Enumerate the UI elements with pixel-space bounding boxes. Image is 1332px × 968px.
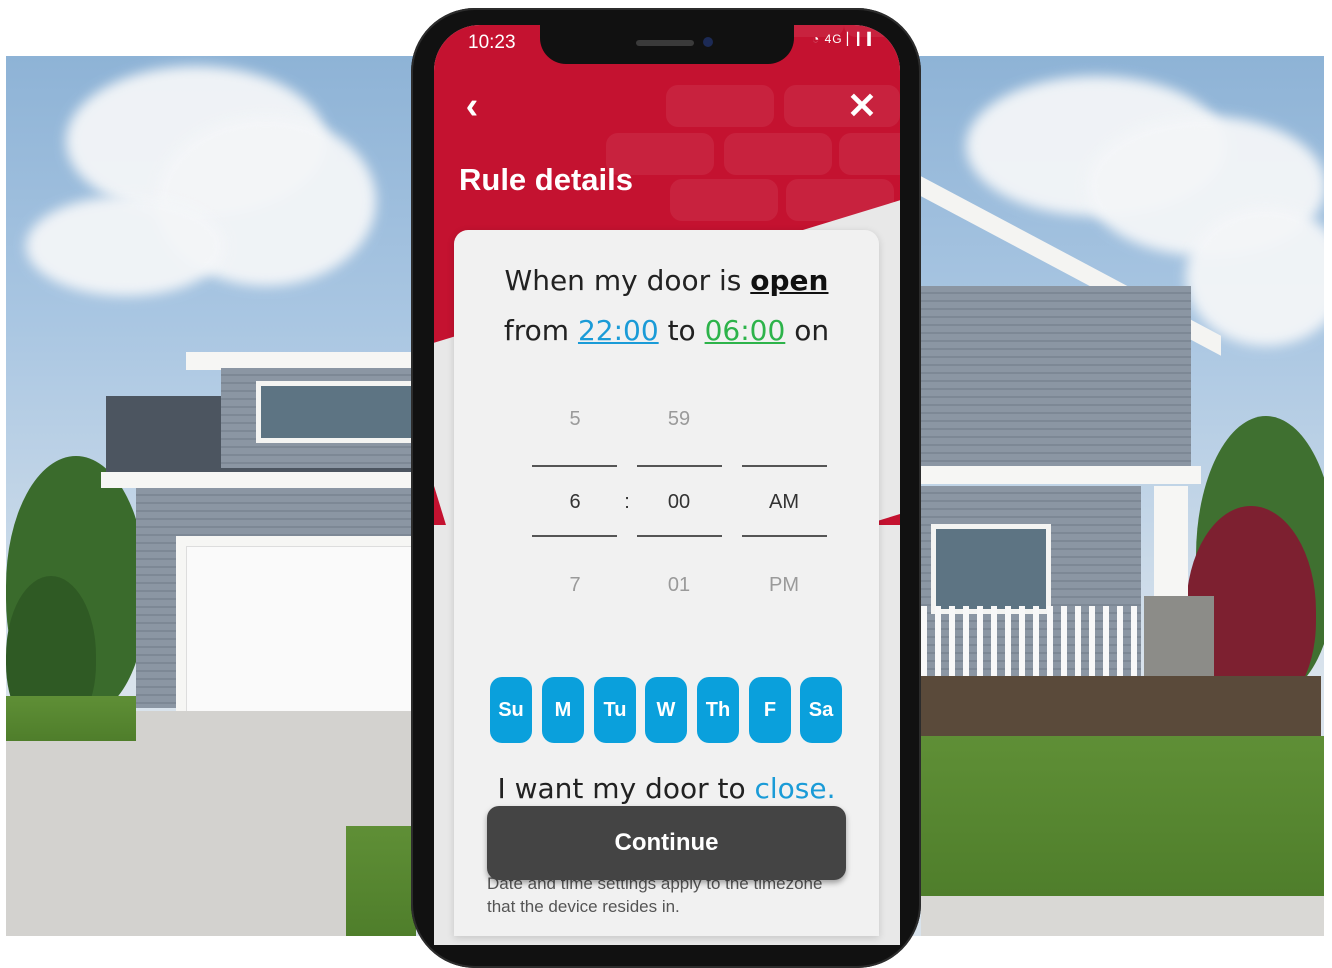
picker-divider	[637, 465, 722, 467]
picker-divider	[742, 535, 827, 537]
minute-below[interactable]: 01	[637, 574, 721, 597]
to-text: to	[658, 314, 705, 347]
picker-divider	[742, 465, 827, 467]
from-text: from	[503, 314, 578, 347]
picker-divider	[637, 535, 722, 537]
close-button[interactable]: ✕	[842, 86, 882, 126]
chevron-left-icon: ‹	[465, 85, 479, 127]
hour-above[interactable]: 5	[533, 408, 617, 431]
door-state-link[interactable]: open	[750, 264, 828, 297]
day-button-tuesday[interactable]: Tu	[594, 677, 636, 743]
action-prefix-text: I want my door to	[497, 772, 755, 805]
rule-time-line: from 22:00 to 06:00 on	[454, 314, 879, 347]
status-time: 10:23	[468, 32, 516, 53]
day-button-monday[interactable]: M	[542, 677, 584, 743]
rule-prefix-text: When my door is	[504, 264, 751, 297]
status-icons: ◔ 4G ▏▎▍	[812, 32, 878, 46]
phone-camera	[703, 37, 713, 47]
continue-button[interactable]: Continue	[487, 806, 846, 880]
day-button-saturday[interactable]: Sa	[800, 677, 842, 743]
from-time-link[interactable]: 22:00	[578, 314, 659, 347]
day-button-wednesday[interactable]: W	[645, 677, 687, 743]
network-label: 4G	[824, 32, 843, 46]
close-icon: ✕	[846, 85, 878, 126]
period-below[interactable]: PM	[742, 574, 826, 597]
minute-above[interactable]: 59	[637, 408, 721, 431]
wifi-icon: ◔	[812, 32, 821, 46]
on-text: on	[785, 314, 830, 347]
day-button-friday[interactable]: F	[749, 677, 791, 743]
picker-divider	[532, 535, 617, 537]
action-value-link[interactable]: close.	[755, 772, 836, 805]
day-button-sunday[interactable]: Su	[490, 677, 532, 743]
to-time-link[interactable]: 06:00	[705, 314, 786, 347]
page-title: Rule details	[459, 162, 633, 197]
back-button[interactable]: ‹	[452, 86, 492, 126]
picker-divider	[532, 465, 617, 467]
minute-selected[interactable]: 00	[637, 491, 721, 514]
hour-below[interactable]: 7	[533, 574, 617, 597]
phone-speaker	[636, 40, 694, 46]
signal-icon: ▏▎▍	[846, 32, 878, 46]
day-button-thursday[interactable]: Th	[697, 677, 739, 743]
action-line: I want my door to close.	[454, 772, 879, 805]
period-selected[interactable]: AM	[742, 491, 826, 514]
rule-condition-line: When my door is open	[454, 264, 879, 297]
